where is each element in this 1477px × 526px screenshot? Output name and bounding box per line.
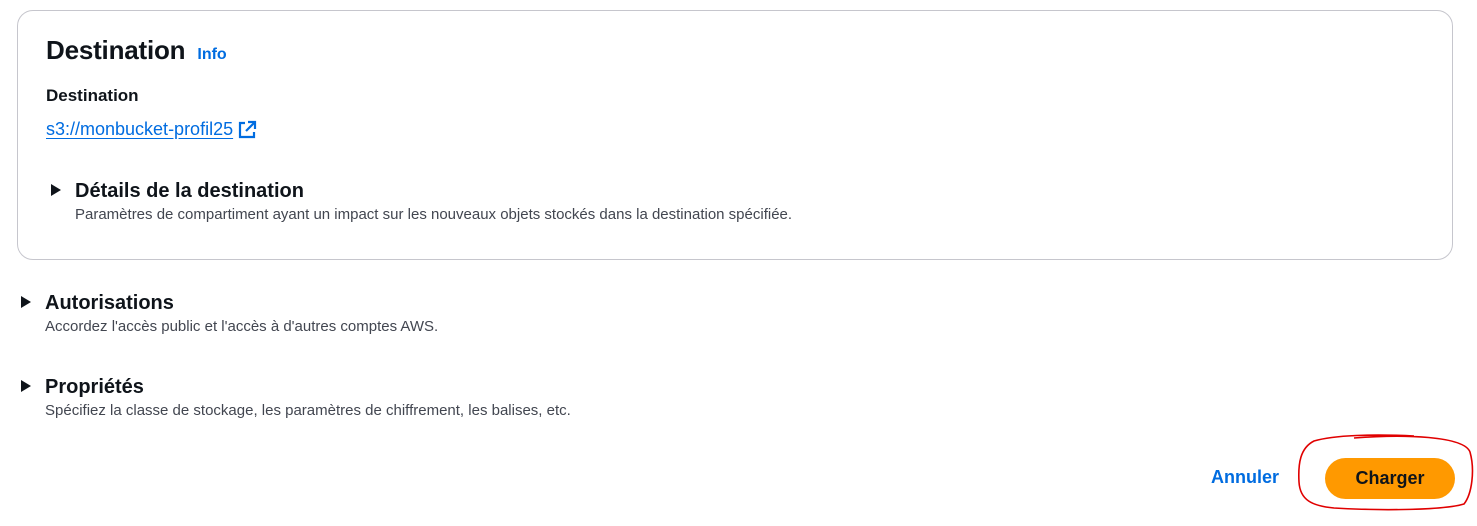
permissions-expander[interactable]: Autorisations Accordez l'accès public et… — [21, 291, 438, 335]
caret-right-icon — [21, 380, 31, 392]
destination-field-label: Destination — [46, 86, 139, 105]
destination-card: Destination Info Destination s3://monbuc… — [17, 10, 1453, 260]
destination-details-title: Détails de la destination — [75, 180, 304, 202]
destination-details-expander[interactable]: Détails de la destination Paramètres de … — [51, 179, 792, 223]
caret-right-icon — [21, 296, 31, 308]
permissions-description: Accordez l'accès public et l'accès à d'a… — [45, 318, 439, 335]
upload-page: Destination Info Destination s3://monbuc… — [0, 0, 1477, 526]
properties-expander[interactable]: Propriétés Spécifiez la classe de stocka… — [21, 375, 571, 419]
cancel-button[interactable]: Annuler — [1211, 467, 1279, 488]
properties-title: Propriétés — [45, 376, 144, 398]
destination-details-description: Paramètres de compartiment ayant un impa… — [75, 206, 793, 223]
caret-right-icon — [51, 184, 61, 196]
destination-header: Destination Info — [46, 35, 227, 66]
properties-description: Spécifiez la classe de stockage, les par… — [45, 402, 571, 419]
s3-destination-link[interactable]: s3://monbucket-profil25 — [46, 119, 233, 140]
info-link[interactable]: Info — [197, 46, 226, 64]
external-link-icon[interactable] — [237, 120, 257, 140]
upload-button[interactable]: Charger — [1325, 458, 1455, 499]
permissions-title: Autorisations — [45, 292, 174, 314]
s3-destination-link-wrap: s3://monbucket-profil25 — [46, 119, 257, 140]
destination-title: Destination — [46, 35, 186, 65]
